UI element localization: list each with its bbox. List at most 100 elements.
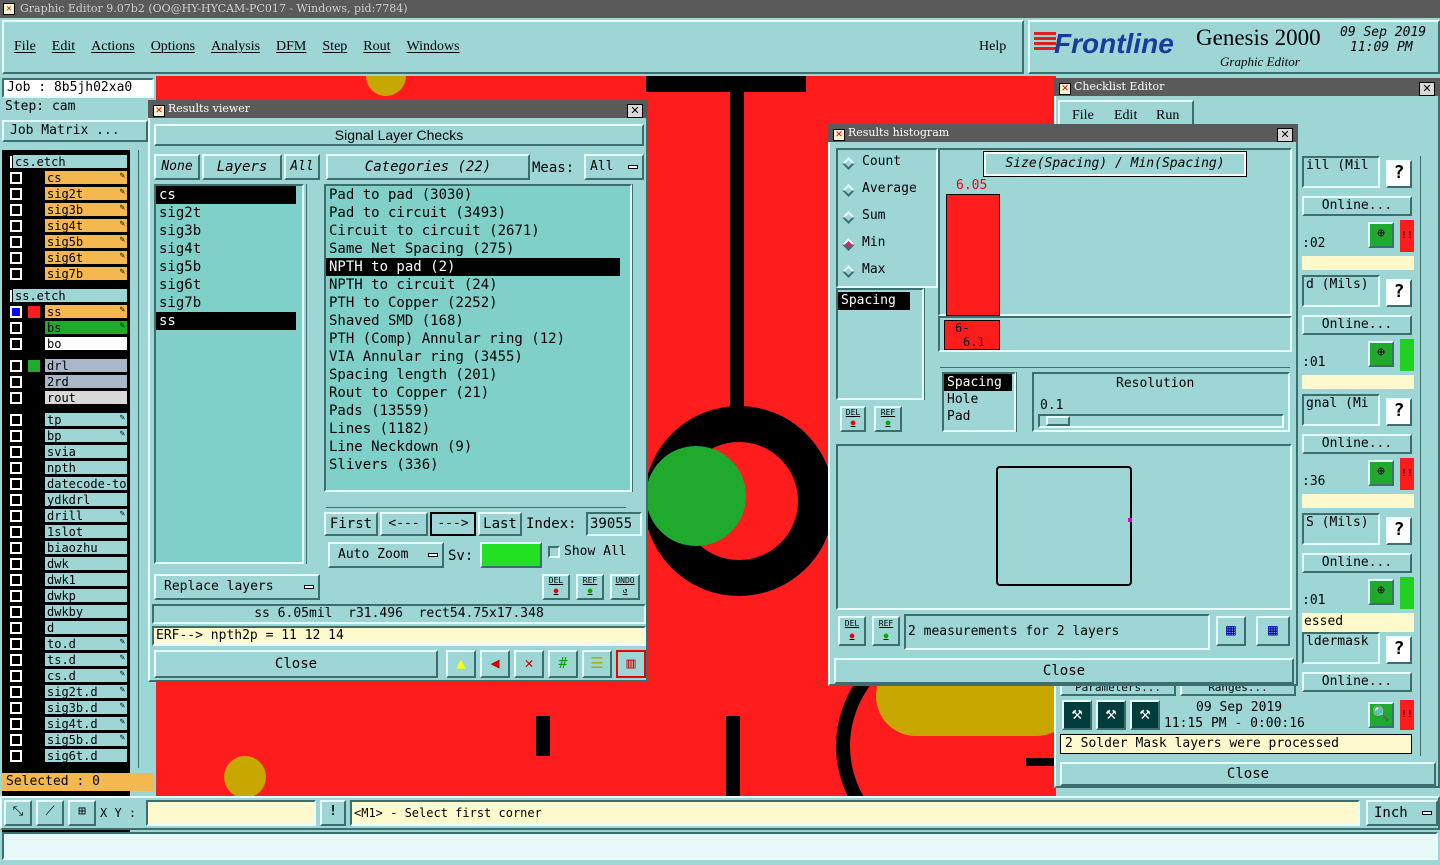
bin-box[interactable]: 6- 6.1: [944, 320, 1000, 350]
menu-rout[interactable]: Rout: [363, 39, 390, 55]
preview-ref-button[interactable]: REF ●: [872, 616, 900, 646]
layer-row[interactable]: svia: [8, 444, 128, 459]
job-matrix-button[interactable]: Job Matrix ...: [2, 120, 148, 142]
layer-checkbox[interactable]: [10, 750, 22, 762]
help-icon[interactable]: ?: [1386, 636, 1412, 664]
histogram-close-button[interactable]: Close: [834, 658, 1294, 684]
hist-ref-button[interactable]: REF ●: [874, 406, 902, 432]
menu-dfm[interactable]: DFM: [276, 39, 306, 55]
measure-type-item[interactable]: Hole: [944, 391, 1012, 408]
layer-row[interactable]: 1slot: [8, 524, 128, 539]
check-name[interactable]: ill (Mil: [1302, 156, 1380, 188]
run-icon[interactable]: ⚒: [1130, 700, 1160, 730]
layer-row[interactable]: ss.etch: [8, 288, 128, 303]
mode-max[interactable]: Max: [842, 262, 936, 282]
categories-hscrollbar[interactable]: [326, 496, 626, 508]
layer-checkbox[interactable]: [10, 558, 22, 570]
prev-button[interactable]: <---: [380, 512, 428, 536]
layer-row[interactable]: sig4t.d ✎: [8, 716, 128, 731]
del-button[interactable]: DEL ●: [542, 574, 570, 600]
category-item[interactable]: Pad to pad (3030): [326, 186, 620, 204]
category-item[interactable]: Shaved SMD (168): [326, 312, 620, 330]
back-icon[interactable]: ◀: [480, 650, 510, 678]
layer-result-scrollbar[interactable]: [306, 184, 320, 564]
number-icon[interactable]: #: [548, 650, 578, 678]
result-layer-item[interactable]: ss: [156, 312, 296, 330]
results-viewer-titlebar[interactable]: ✕ Results viewer ✕: [148, 100, 648, 118]
layer-checkbox[interactable]: [10, 462, 22, 474]
auto-zoom-dropdown[interactable]: Auto Zoom: [328, 542, 444, 568]
run-icon[interactable]: ⚒: [1062, 700, 1092, 730]
help-icon[interactable]: ?: [1386, 160, 1412, 188]
run-icon[interactable]: ⚒: [1096, 700, 1126, 730]
measure-type-item[interactable]: Pad: [944, 408, 1012, 425]
category-item[interactable]: Circuit to circuit (2671): [326, 222, 620, 240]
zoom-icon[interactable]: ⊕: [1368, 341, 1394, 367]
layer-checkbox[interactable]: [10, 236, 22, 248]
menu-step[interactable]: Step: [322, 39, 347, 55]
measure-item[interactable]: Spacing: [838, 292, 910, 310]
categories-scrollbar[interactable]: [632, 184, 646, 492]
category-item[interactable]: Rout to Copper (21): [326, 384, 620, 402]
menu-edit[interactable]: Edit: [52, 39, 75, 55]
layer-checkbox[interactable]: [10, 414, 22, 426]
layer-row[interactable]: d: [8, 620, 128, 635]
layer-checkbox[interactable]: [10, 360, 22, 372]
close-icon[interactable]: ✕: [1277, 128, 1293, 142]
histogram-hscrollbar[interactable]: [940, 356, 1290, 368]
unit-dropdown[interactable]: Inch: [1366, 800, 1438, 826]
categories-list[interactable]: Pad to pad (3030) Pad to circuit (3493) Ci…: [324, 184, 632, 492]
category-item[interactable]: Spacing length (201): [326, 366, 620, 384]
layer-row[interactable]: sig6t.d: [8, 748, 128, 763]
checklist-close-button[interactable]: Close: [1060, 762, 1436, 786]
menu-actions[interactable]: Actions: [91, 39, 135, 55]
layer-checkbox[interactable]: [10, 686, 22, 698]
layer-checkbox[interactable]: [10, 268, 22, 280]
layer-checkbox[interactable]: [10, 734, 22, 746]
layer-checkbox[interactable]: [10, 220, 22, 232]
result-layer-item[interactable]: sig3b: [156, 222, 296, 240]
resolution-slider[interactable]: [1038, 414, 1284, 428]
layer-row[interactable]: sig2t ✎: [8, 186, 128, 201]
layer-row[interactable]: bp ✎: [8, 428, 128, 443]
category-item[interactable]: NPTH to pad (2): [326, 258, 620, 276]
window-menu-icon[interactable]: ✕: [833, 129, 845, 141]
undo-button[interactable]: UNDO ↺: [610, 574, 640, 600]
layer-row[interactable]: biaozhu: [8, 540, 128, 555]
grid-icon[interactable]: ⊞: [68, 800, 96, 826]
layer-checkbox[interactable]: [10, 670, 22, 682]
mode-sum[interactable]: Sum: [842, 208, 936, 228]
category-item[interactable]: VIA Annular ring (3455): [326, 348, 620, 366]
results-close-button[interactable]: Close: [154, 650, 438, 678]
xy-input[interactable]: [146, 800, 316, 826]
layer-row[interactable]: cs.etch: [8, 154, 128, 169]
layers-button[interactable]: Layers: [202, 154, 282, 180]
layer-checkbox[interactable]: [10, 718, 22, 730]
layer-row[interactable]: sig7b ✎: [8, 266, 128, 281]
category-item[interactable]: Line Neckdown (9): [326, 438, 620, 456]
layer-row[interactable]: ss ✎: [8, 304, 128, 319]
layer-row[interactable]: dwk1: [8, 572, 128, 587]
layer-checkbox[interactable]: [10, 542, 22, 554]
layer-checkbox[interactable]: [10, 252, 22, 264]
layer-row[interactable]: sig2t.d ✎: [8, 684, 128, 699]
sv-color-dropdown[interactable]: [480, 542, 542, 568]
layer-row[interactable]: drl: [8, 358, 128, 373]
layer-row[interactable]: datecode-to: [8, 476, 128, 491]
layer-checkbox[interactable]: [10, 574, 22, 586]
histogram-titlebar[interactable]: ✕ Results histogram ✕: [828, 124, 1298, 142]
layer-row[interactable]: cs.d ✎: [8, 668, 128, 683]
category-item[interactable]: Lines (1182): [326, 420, 620, 438]
online-button[interactable]: Online...: [1302, 434, 1412, 454]
zoom-icon[interactable]: ⊕: [1368, 460, 1394, 486]
help-icon[interactable]: ?: [1386, 398, 1412, 426]
close-icon[interactable]: ✕: [627, 104, 643, 118]
ref-cross-icon[interactable]: ✕: [514, 650, 544, 678]
checklist-scrollbar[interactable]: [1420, 156, 1434, 756]
preview-del-button[interactable]: DEL ●: [838, 616, 866, 646]
layer-row[interactable]: ydkdrl: [8, 492, 128, 507]
signal-icon[interactable]: ▲: [446, 650, 476, 678]
layer-checkbox[interactable]: [10, 188, 22, 200]
ref-button[interactable]: REF ●: [576, 574, 604, 600]
online-button[interactable]: Online...: [1302, 553, 1412, 573]
